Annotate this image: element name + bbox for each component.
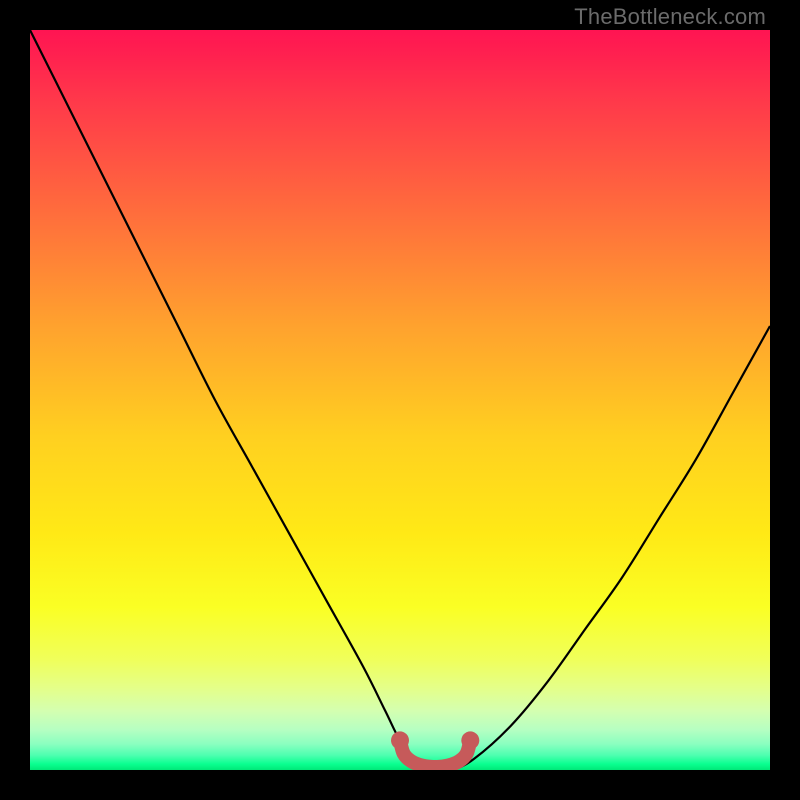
watermark-text: TheBottleneck.com xyxy=(574,4,766,30)
bottleneck-curve xyxy=(30,30,770,770)
optimal-marker xyxy=(400,740,470,767)
plot-area xyxy=(30,30,770,770)
curve-layer xyxy=(30,30,770,770)
optimal-marker-dot-right xyxy=(461,731,479,749)
optimal-marker-dot-left xyxy=(391,731,409,749)
chart-frame: TheBottleneck.com xyxy=(0,0,800,800)
